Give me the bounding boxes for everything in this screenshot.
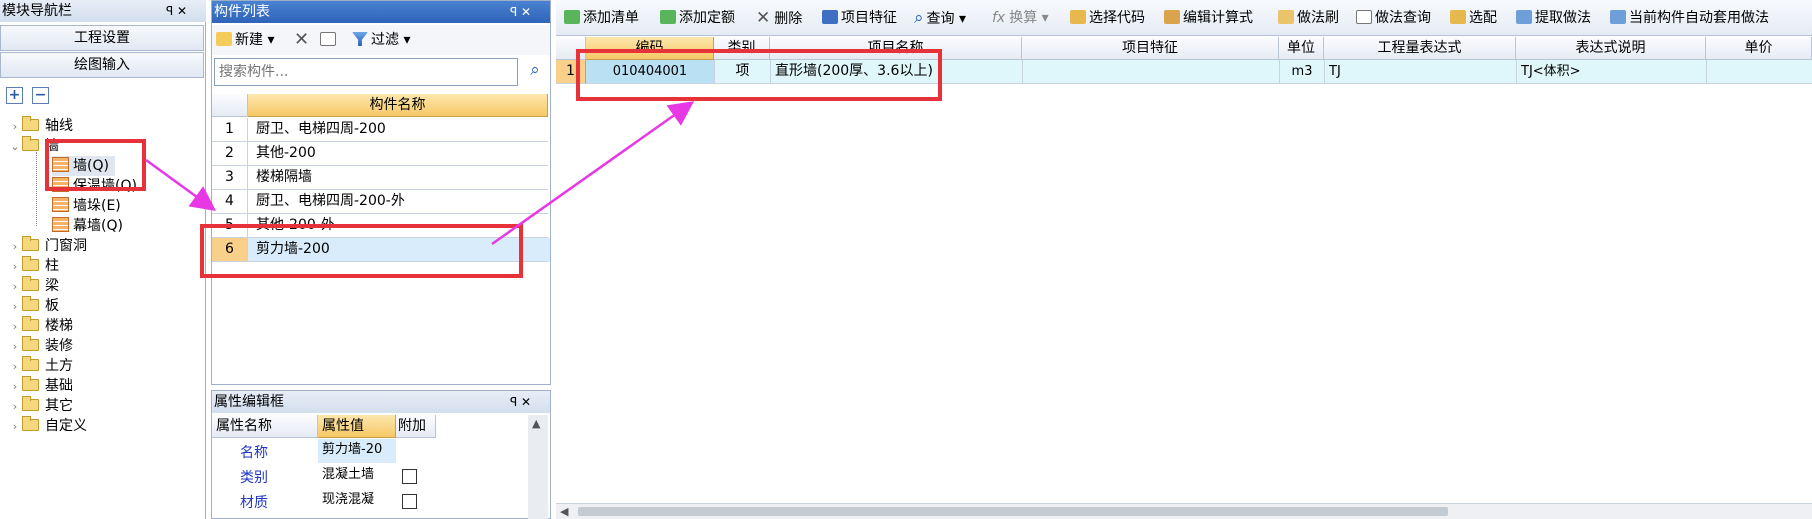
annotation-arrows	[145, 101, 695, 246]
arrow-to-component-list	[145, 158, 217, 211]
arrow-to-code-row	[491, 101, 695, 246]
